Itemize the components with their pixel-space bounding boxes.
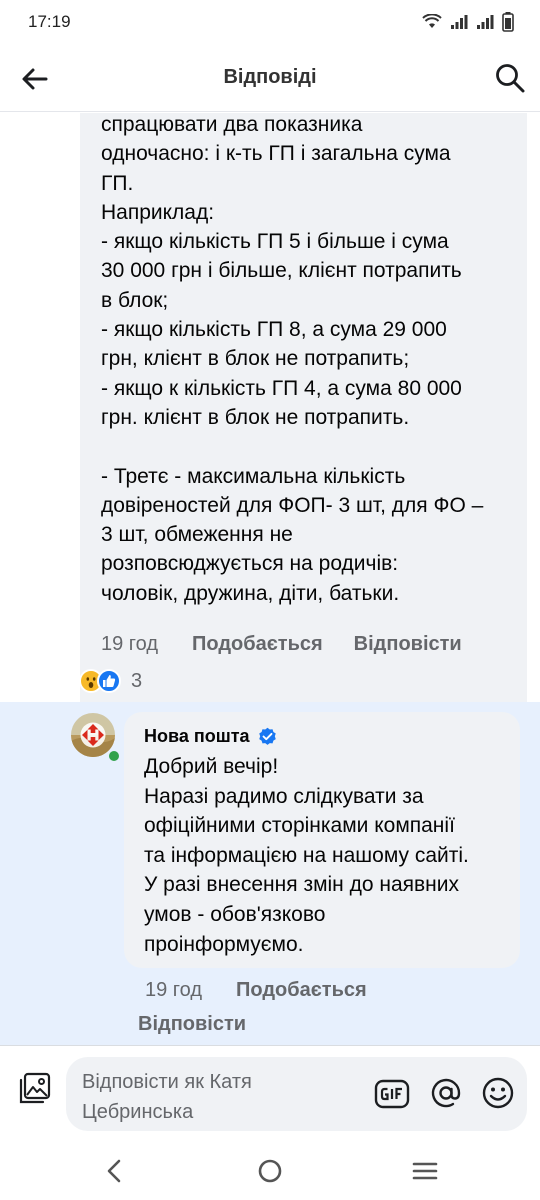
status-icons bbox=[422, 12, 514, 32]
reply-like-button[interactable]: Подобається bbox=[236, 979, 367, 1002]
reply-actions: 19 год Подобається bbox=[145, 979, 367, 1002]
comment-actions: 19 год Подобається Відповісти bbox=[101, 633, 462, 656]
verified-badge-icon bbox=[258, 727, 276, 745]
comments-list[interactable]: спрацювати два показника одночасно: і к-… bbox=[0, 113, 540, 1045]
nav-back-icon[interactable] bbox=[100, 1156, 130, 1186]
reply-placeholder: Відповісти як Катя Цебринська bbox=[82, 1071, 252, 1123]
nav-home-icon[interactable] bbox=[255, 1156, 285, 1186]
reply-composer: Відповісти як Катя Цебринська bbox=[0, 1045, 540, 1140]
online-status-indicator bbox=[107, 749, 121, 763]
reply-text: Добрий вечір! Наразі радимо слідкувати з… bbox=[144, 755, 469, 956]
nav-recent-apps-icon[interactable] bbox=[410, 1156, 440, 1186]
reply-reply-button[interactable]: Відповісти bbox=[138, 1013, 246, 1036]
mention-icon[interactable] bbox=[428, 1075, 464, 1111]
page-title: Відповіді bbox=[223, 66, 317, 88]
reply-button[interactable]: Відповісти bbox=[354, 633, 462, 656]
author-name[interactable]: Нова пошта bbox=[144, 726, 250, 747]
wifi-icon bbox=[422, 14, 442, 28]
reactions-summary[interactable]: 3 bbox=[79, 669, 142, 693]
status-time: 17:19 bbox=[28, 12, 71, 31]
like-reaction-icon bbox=[97, 669, 121, 693]
app-header: Відповіді bbox=[0, 44, 540, 112]
signal-icon bbox=[451, 15, 468, 29]
comment-text: спрацювати два показника одночасно: і к-… bbox=[101, 113, 484, 605]
reply-input[interactable]: Відповісти як Катя Цебринська bbox=[66, 1057, 527, 1131]
signal-icon-2 bbox=[477, 15, 494, 29]
emoji-icon[interactable] bbox=[480, 1075, 516, 1111]
reply-actions-row2: Відповісти bbox=[138, 1013, 246, 1036]
status-bar: 17:19 bbox=[0, 0, 540, 44]
author-row: Нова пошта bbox=[144, 724, 520, 748]
comment-time: 19 год bbox=[101, 633, 159, 655]
battery-icon bbox=[502, 12, 514, 32]
search-icon[interactable] bbox=[494, 62, 526, 94]
photo-icon[interactable] bbox=[17, 1070, 53, 1106]
reply-bubble: Нова пошта Добрий вечір! Наразі радимо с… bbox=[124, 712, 520, 968]
reply-time: 19 год bbox=[145, 979, 203, 1001]
gif-icon[interactable] bbox=[374, 1076, 410, 1112]
reaction-count: 3 bbox=[131, 669, 143, 692]
back-arrow-icon[interactable] bbox=[20, 64, 50, 94]
like-button[interactable]: Подобається bbox=[192, 633, 323, 656]
system-nav-bar bbox=[0, 1140, 540, 1200]
